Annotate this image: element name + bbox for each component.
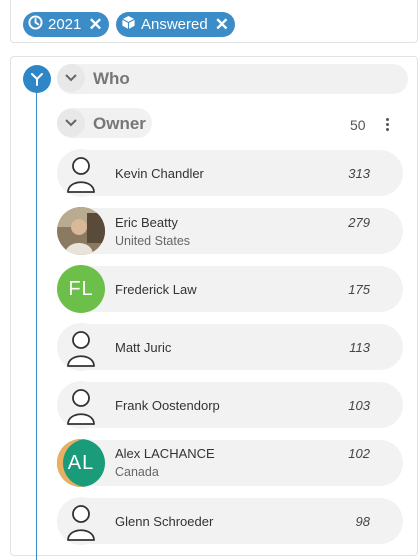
who-section-label: Who [93,69,130,88]
remove-filter-icon[interactable]: ✕ [88,16,102,33]
owner-name: Glenn Schroeder [115,514,214,529]
timeline-line [36,80,37,560]
initials-avatar: FL [57,265,105,313]
owner-count: 103 [348,398,370,413]
owner-row[interactable]: Frank Oostendorp 103 [57,381,403,429]
more-options-icon[interactable] [386,118,389,131]
placeholder-avatar-icon [57,381,105,429]
owner-name: Frank Oostendorp [115,398,220,413]
owner-name: Eric Beatty [115,215,178,230]
filter-chip-label: Answered [141,16,208,33]
owner-name: Alex LACHANCE [115,446,215,461]
owner-row[interactable]: Kevin Chandler 313 [57,149,403,197]
owner-section-label: Owner [93,114,146,133]
owner-count: 279 [348,215,370,230]
owner-total-count: 50 [350,117,366,133]
owner-name: Frederick Law [115,282,197,297]
photo-avatar [57,207,105,255]
owner-count: 102 [348,446,370,461]
filter-chip-year[interactable]: 2021 ✕ [23,12,109,37]
owner-count: 98 [355,514,370,529]
owner-name: Kevin Chandler [115,166,204,181]
owner-row[interactable]: AL Alex LACHANCE Canada 102 [57,439,403,487]
owner-count: 313 [348,166,370,181]
owner-name: Matt Juric [115,340,172,355]
owner-count: 175 [348,282,370,297]
remove-filter-icon[interactable]: ✕ [215,16,229,33]
placeholder-avatar-icon [57,497,105,545]
owner-row[interactable]: Eric Beatty United States 279 [57,207,403,255]
placeholder-avatar-icon [57,149,105,197]
clock-icon [28,15,43,34]
chevron-down-icon[interactable] [57,109,85,137]
chevron-down-icon[interactable] [57,64,85,92]
filter-chip-label: 2021 [48,16,82,33]
filter-bar: 2021 ✕ Answered ✕ [10,0,418,43]
owner-row[interactable]: FL Frederick Law 175 [57,265,403,313]
owner-row[interactable]: Glenn Schroeder 98 [57,497,403,545]
owner-row[interactable]: Matt Juric 113 [57,323,403,371]
owner-location: United States [115,234,191,248]
initials-avatar: AL [57,439,105,487]
filter-chip-status[interactable]: Answered ✕ [116,12,235,37]
placeholder-avatar-icon [57,323,105,371]
owner-location: Canada [115,465,159,479]
owner-count: 113 [349,340,370,355]
funnel-icon[interactable] [23,65,51,93]
cube-icon [121,15,136,34]
